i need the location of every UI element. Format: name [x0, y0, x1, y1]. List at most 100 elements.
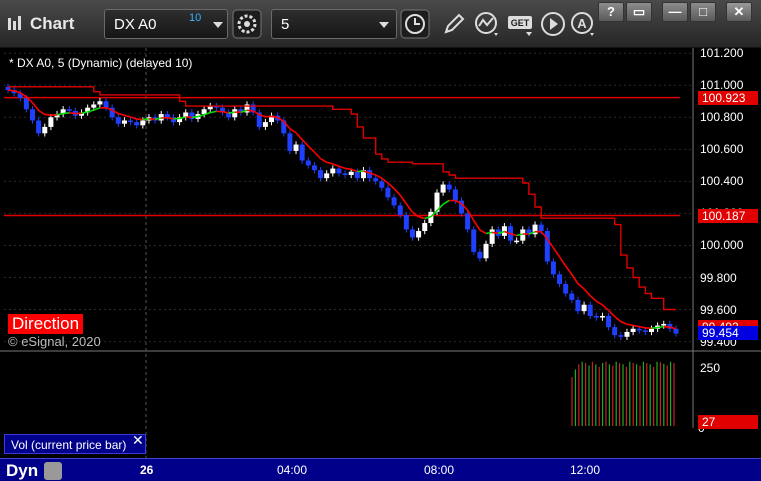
candle [544, 231, 550, 262]
close-button[interactable]: ✕ [726, 2, 752, 22]
candle [630, 328, 636, 332]
candle [164, 114, 170, 118]
candle [471, 229, 477, 252]
candle [42, 126, 48, 134]
ma-segment [565, 265, 573, 275]
candle [336, 168, 342, 174]
chart-area[interactable]: * DX A0, 5 (Dynamic) (delayed 10) Direct… [0, 46, 761, 481]
candle [538, 224, 544, 232]
ma-segment [338, 165, 346, 170]
ma-segment [344, 167, 352, 171]
time-label: 04:00 [277, 463, 308, 477]
candle [581, 304, 587, 312]
price-chart[interactable] [0, 48, 761, 481]
window-title: Chart [30, 14, 75, 33]
candle [606, 315, 612, 328]
symbol-value: DX A0 [114, 16, 157, 33]
ma-segment [326, 161, 334, 165]
price-tick-label: 99.600 [700, 302, 737, 317]
ma-segment [608, 309, 616, 318]
minimize-button[interactable]: — [662, 2, 688, 22]
candle [330, 168, 336, 174]
price-tick-label: 100.600 [700, 142, 744, 157]
interval-value: 5 [281, 16, 290, 33]
candle [36, 120, 42, 134]
candle [648, 328, 654, 332]
ma-segment [375, 174, 383, 179]
candle [563, 283, 569, 294]
close-icon[interactable]: ✕ [132, 432, 144, 449]
trailing-stop-line [8, 86, 676, 311]
ma-segment [663, 325, 670, 328]
ma-segment [442, 199, 450, 205]
time-axis[interactable]: Dyn 26 04:00 08:00 12:00 [0, 458, 761, 481]
candle [354, 171, 360, 179]
play-icon[interactable] [538, 9, 568, 39]
candle [477, 251, 483, 259]
candle [642, 330, 648, 332]
ma-segment [44, 113, 51, 116]
candle [636, 328, 642, 331]
ma-segment [620, 320, 628, 325]
interval-input[interactable]: 5 [271, 9, 397, 39]
ma-segment [63, 112, 70, 115]
alert-icon[interactable]: A [568, 9, 598, 39]
candle [446, 184, 452, 190]
ma-segment [167, 117, 174, 120]
candle [373, 178, 379, 182]
dynamic-label[interactable]: Dyn [6, 461, 38, 481]
symbol-input[interactable]: DX A0 10 [104, 9, 228, 39]
candle [557, 274, 563, 284]
ma-segment [313, 151, 322, 160]
price-tag: 100.923 [698, 90, 758, 105]
gear-icon[interactable] [232, 9, 262, 39]
ma-segment [31, 102, 40, 111]
price-tick-label: 100.800 [700, 110, 744, 125]
candle [23, 98, 29, 110]
ma-segment [295, 132, 303, 141]
get-data-icon[interactable]: GET [506, 9, 536, 39]
price-tick-label: 100.400 [700, 174, 744, 189]
ma-segment [289, 128, 297, 134]
help-button[interactable]: ? [598, 2, 624, 22]
ma-segment [479, 229, 487, 235]
candle [91, 104, 97, 108]
candle [593, 315, 599, 318]
candle [465, 213, 471, 230]
candle [318, 170, 324, 179]
candle [391, 197, 397, 206]
maximize-button[interactable]: □ [690, 2, 716, 22]
candle [618, 335, 624, 337]
candle [128, 120, 134, 123]
ma-segment [228, 111, 235, 114]
volume-tick: 250 [700, 361, 721, 375]
ma-segment [69, 112, 76, 115]
ma-segment [492, 231, 499, 235]
ma-segment [399, 194, 407, 205]
price-tag: 99.454 [698, 325, 758, 340]
ma-segment [81, 111, 88, 115]
candle [409, 229, 415, 238]
ma-segment [583, 288, 591, 297]
pencil-icon[interactable] [438, 9, 468, 39]
clock-icon[interactable] [400, 9, 430, 39]
candle [569, 293, 575, 300]
candle [385, 187, 391, 198]
candle [501, 226, 507, 236]
ma-segment [626, 323, 634, 327]
volume-tag: 27 [698, 415, 758, 429]
candle [624, 331, 630, 337]
svg-text:GET: GET [511, 18, 530, 28]
candle [452, 189, 458, 201]
direction-label: Direction [8, 314, 84, 334]
chevron-down-icon[interactable] [379, 22, 389, 28]
ma-segment [632, 324, 640, 328]
chevron-down-icon[interactable] [213, 22, 223, 28]
ma-segment [118, 112, 125, 117]
candle [661, 323, 667, 326]
price-tick-label: 100.000 [700, 238, 744, 253]
link-icon[interactable] [44, 462, 62, 480]
link-button[interactable]: ▭ [626, 2, 652, 22]
candle [379, 181, 385, 188]
study-icon[interactable] [472, 9, 502, 39]
